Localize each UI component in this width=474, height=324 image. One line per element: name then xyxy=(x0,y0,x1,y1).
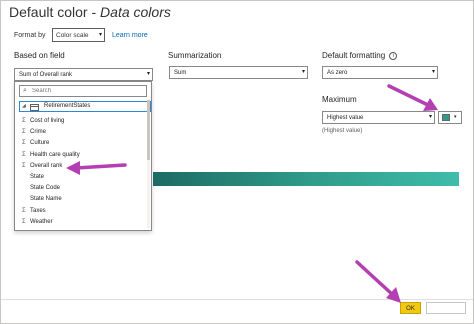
sigma-icon: Σ xyxy=(22,162,26,169)
sigma-icon: Σ xyxy=(22,129,26,136)
footer-divider xyxy=(1,299,473,300)
field-item[interactable]: Σ Health care quality xyxy=(22,152,142,163)
field-item-label: Taxes xyxy=(30,207,46,214)
field-search-input[interactable] xyxy=(32,87,142,95)
field-item[interactable]: Σ Overall rank xyxy=(22,163,142,174)
default-formatting-select[interactable]: As zero ▾ xyxy=(322,66,438,79)
table-node-retirementstates[interactable]: ◢ RetirementStates xyxy=(19,101,151,112)
maximum-display-value: (Highest value) xyxy=(322,128,363,134)
chevron-down-icon: ▾ xyxy=(146,71,150,77)
ok-button[interactable]: OK xyxy=(400,302,421,314)
maximum-color-picker[interactable]: ▾ xyxy=(438,111,462,124)
summarization-value: Sum xyxy=(174,70,187,76)
chevron-down-icon: ▾ xyxy=(454,114,457,120)
search-icon: ⌕ xyxy=(23,87,27,94)
field-item-label: Overall rank xyxy=(30,162,63,169)
field-item-label: Health care quality xyxy=(30,151,80,158)
based-on-field-value: Sum of Overall rank xyxy=(19,72,73,78)
field-item-label: State Code xyxy=(30,185,61,192)
chevron-down-icon: ▾ xyxy=(98,32,102,38)
default-formatting-value: As zero xyxy=(327,70,348,76)
maximum-value: Highest value xyxy=(327,115,364,121)
table-icon xyxy=(30,104,39,111)
dialog-title-sub: Data colors xyxy=(100,4,171,20)
maximum-select[interactable]: Highest value ▾ xyxy=(322,111,435,124)
format-by-label: Format by xyxy=(14,32,46,39)
sigma-icon: Σ xyxy=(22,151,26,158)
field-item[interactable]: Σ Weather xyxy=(22,219,142,230)
field-item[interactable]: Σ Crime xyxy=(22,129,142,140)
default-formatting-label: Default formatting xyxy=(322,51,386,60)
field-item[interactable]: State Name xyxy=(22,196,142,207)
cancel-button[interactable] xyxy=(426,302,466,314)
data-colors-dialog: Default color - Data colors Format by Co… xyxy=(0,0,474,324)
field-item[interactable]: Σ Culture xyxy=(22,140,142,151)
learn-more-link[interactable]: Learn more xyxy=(112,32,148,39)
field-item-label: State xyxy=(30,174,45,180)
based-on-field-select[interactable]: Sum of Overall rank ▾ xyxy=(14,68,153,81)
dialog-title: Default color - Data colors xyxy=(9,4,171,20)
sigma-icon: Σ xyxy=(22,118,26,124)
field-item[interactable]: Σ Cost of living xyxy=(22,118,142,129)
sigma-icon: Σ xyxy=(22,140,26,147)
field-item-label: Crime xyxy=(30,129,46,136)
maximum-heading: Maximum xyxy=(322,95,357,104)
field-item[interactable]: State xyxy=(22,174,142,185)
dropdown-scrollbar[interactable] xyxy=(147,100,150,228)
field-search-box[interactable]: ⌕ xyxy=(19,85,147,97)
dialog-title-main: Default color - xyxy=(9,4,101,20)
scrollbar-thumb[interactable] xyxy=(147,100,150,160)
chevron-down-icon: ▾ xyxy=(301,69,305,75)
based-on-field-heading: Based on field xyxy=(14,51,65,60)
field-item-label: State Name xyxy=(30,196,62,203)
chevron-down-icon: ▾ xyxy=(428,114,432,120)
field-item-label: Cost of living xyxy=(30,118,65,124)
table-node-label: RetirementStates xyxy=(44,103,91,109)
format-by-select[interactable]: Color scale ▾ xyxy=(52,28,105,42)
collapse-chevron-icon[interactable]: ◢ xyxy=(22,103,26,109)
format-by-value: Color scale xyxy=(56,32,89,39)
sigma-icon: Σ xyxy=(22,218,26,225)
field-item-label: Culture xyxy=(30,140,50,147)
color-scale-gradient-bar xyxy=(153,172,459,186)
field-picker-dropdown: ⌕ ◢ RetirementStates Σ Cost of living Σ Cri… xyxy=(14,81,152,231)
chevron-down-icon: ▾ xyxy=(431,69,435,75)
color-swatch xyxy=(442,114,450,121)
field-item-label: Weather xyxy=(30,218,53,225)
field-item[interactable]: Σ Taxes xyxy=(22,208,142,219)
default-formatting-heading: Default formatting i xyxy=(322,51,398,60)
sigma-icon: Σ xyxy=(22,207,26,214)
summarization-select[interactable]: Sum ▾ xyxy=(169,66,308,79)
field-item[interactable]: State Code xyxy=(22,185,142,196)
summarization-heading: Summarization xyxy=(168,51,222,60)
info-icon[interactable]: i xyxy=(389,52,398,60)
